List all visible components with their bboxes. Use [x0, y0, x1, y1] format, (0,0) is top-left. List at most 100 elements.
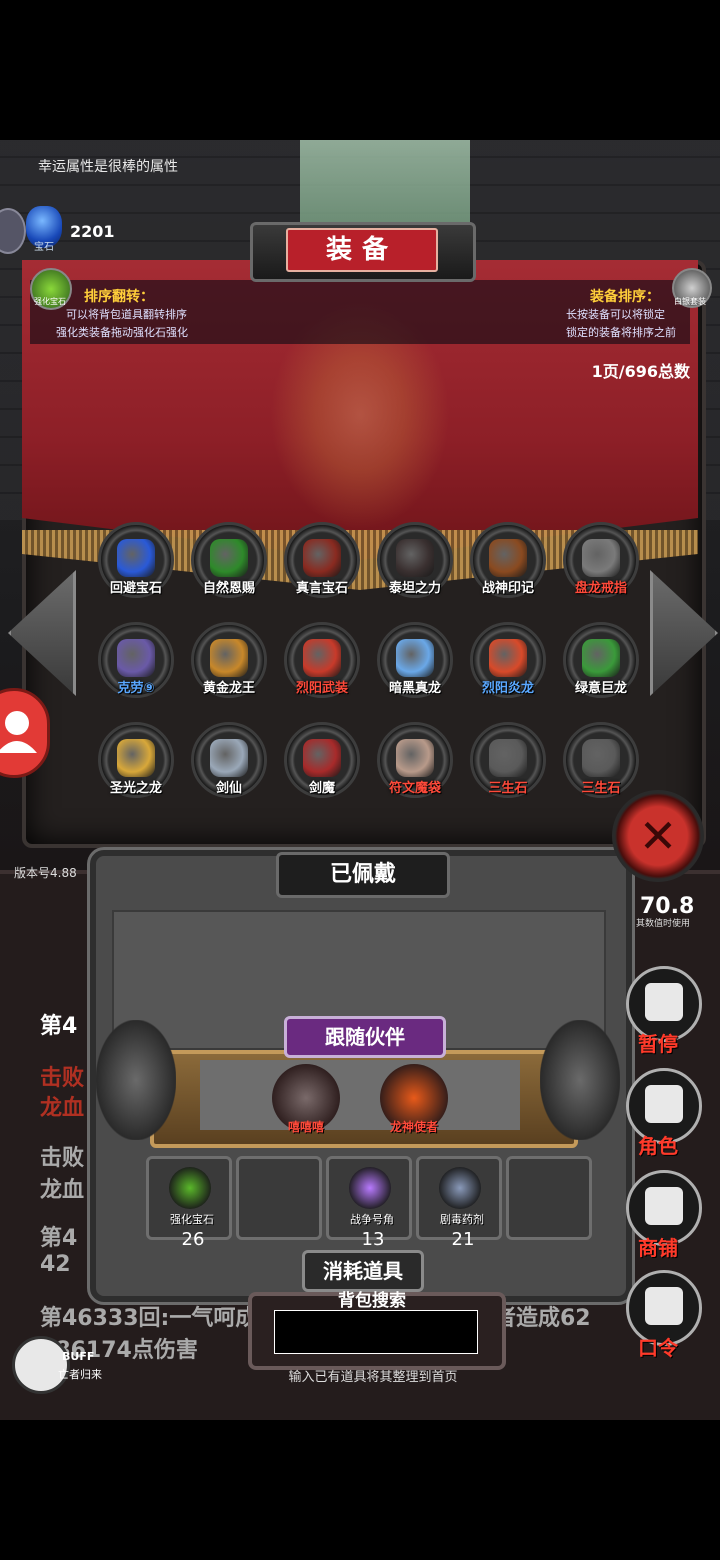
equipment-label: 烈阳武装	[295, 681, 348, 696]
rune-stone-icon	[303, 539, 341, 577]
backpack-search-input[interactable]	[274, 1310, 478, 1354]
equipment-label: 剑仙	[215, 781, 242, 796]
shop-icon	[645, 1187, 683, 1225]
side-menu-label: 商铺	[638, 1236, 678, 1260]
equipment-slot[interactable]: 真言宝石	[284, 522, 360, 598]
log-line: 龙血	[40, 1178, 85, 1203]
avatar-button[interactable]	[0, 688, 50, 778]
green-dragon-icon	[582, 639, 620, 677]
holy-dragon-icon	[117, 739, 155, 777]
side-menu-label: 暂停	[638, 1032, 678, 1056]
side-menu-label: 角色	[638, 1134, 678, 1158]
scroll-icon	[645, 1287, 683, 1325]
equipment-label: 剑魔	[308, 781, 335, 796]
pet-slot[interactable]: 嘻嘻嘻	[272, 1064, 340, 1134]
equipment-label: 回避宝石	[109, 581, 162, 596]
equipment-slot[interactable]: 剑仙	[191, 722, 267, 798]
equipment-slot[interactable]: 符文魔袋	[377, 722, 453, 798]
equipment-slot[interactable]: 圣光之龙	[98, 722, 174, 798]
war-horn-icon	[349, 1167, 391, 1209]
enhance-gem-icon	[169, 1167, 211, 1209]
side-menu-label: 口令	[638, 1336, 678, 1360]
consumable-label: 剧毒药剂	[440, 1213, 484, 1226]
equip-sort-desc: 锁定的装备将排序之前	[566, 326, 676, 339]
equipment-slot[interactable]: 战神印记	[470, 522, 546, 598]
sort-flip-desc: 强化类装备拖动强化石强化	[56, 326, 188, 339]
equipment-slot[interactable]: 泰坦之力	[377, 522, 453, 598]
log-line: 第4	[40, 1014, 78, 1039]
consumable-slot[interactable]	[506, 1156, 592, 1240]
consumable-count: 26	[181, 1229, 205, 1250]
follow-slot-area	[200, 1060, 520, 1130]
chained-stone-icon	[582, 739, 620, 777]
equipment-slot[interactable]: 克劳⑨	[98, 622, 174, 698]
gem-label: 宝石	[34, 242, 54, 253]
golden-dragon-icon	[210, 639, 248, 677]
version-label: 版本号4.88	[14, 866, 77, 880]
equipment-slot[interactable]: 三生石	[470, 722, 546, 798]
corner-label-right: 白银套装	[674, 297, 706, 306]
equipment-slot[interactable]: 暗黑真龙	[377, 622, 453, 698]
consumable-count: 13	[361, 1229, 385, 1250]
equipment-label: 圣光之龙	[109, 781, 162, 796]
dragon-ring-icon	[582, 539, 620, 577]
equip-sort-desc: 长按装备可以将锁定	[566, 308, 665, 321]
consumable-label: 战争号角	[350, 1213, 394, 1226]
consumable-slot[interactable]	[236, 1156, 322, 1240]
sun-armor-icon	[303, 639, 341, 677]
sword-immortal-icon	[210, 739, 248, 777]
pet-label: 嘻嘻嘻	[287, 1120, 324, 1134]
log-line: 龙血	[40, 1096, 85, 1121]
log-line: 42	[40, 1252, 71, 1277]
equipment-label: 绿意巨龙	[574, 681, 627, 696]
consumable-slot[interactable]: 战争号角 13	[326, 1156, 412, 1250]
equipment-slot[interactable]: 剑魔	[284, 722, 360, 798]
equipment-slot[interactable]: 烈阳炎龙	[470, 622, 546, 698]
sort-flip-title[interactable]: 排序翻转：	[84, 286, 154, 306]
dragon-statue-right	[540, 1020, 620, 1140]
equipment-label: 符文魔袋	[388, 781, 441, 796]
equipment-slot[interactable]: 绿意巨龙	[563, 622, 639, 698]
dark-dragon-icon	[396, 639, 434, 677]
person-icon	[0, 711, 37, 753]
panel-title: 装备	[286, 228, 438, 272]
buff-label: BUFF	[62, 1350, 95, 1363]
log-line: 击败	[40, 1146, 85, 1171]
equipment-slot[interactable]: 回避宝石	[98, 522, 174, 598]
sort-flip-desc: 可以将背包道具翻转排序	[66, 308, 187, 321]
poison-potion-icon	[439, 1167, 481, 1209]
consumable-slot[interactable]: 剧毒药剂 21	[416, 1156, 502, 1250]
follow-title: 跟随伙伴	[284, 1016, 446, 1058]
stat-label: 其数值时使用	[636, 919, 691, 929]
equipment-slot[interactable]: 三生石	[563, 722, 639, 798]
equipment-label: 黄金龙王	[202, 681, 255, 696]
green-ore-icon	[210, 539, 248, 577]
equipment-label: 烈阳炎龙	[481, 681, 534, 696]
pet-label: 龙神使者	[389, 1120, 438, 1134]
claw-hero-icon	[117, 639, 155, 677]
search-title: 背包搜索	[338, 1291, 406, 1311]
equipment-slot[interactable]: 自然恩赐	[191, 522, 267, 598]
fire-dragon-icon	[489, 639, 527, 677]
skull-icon[interactable]	[12, 1336, 70, 1394]
equip-sort-title[interactable]: 装备排序：	[590, 286, 660, 306]
worn-title: 已佩戴	[276, 852, 450, 898]
close-icon: ✕	[638, 809, 678, 863]
game-screen: 幸运属性是很棒的属性 宝石 2201 第4 击败 龙血 击败 龙血 第4 42 …	[0, 140, 720, 1420]
equipment-slot[interactable]: 烈阳武装	[284, 622, 360, 698]
buff-sub: 亡者归来	[58, 1368, 102, 1381]
pet-slot[interactable]: 龙神使者	[380, 1064, 448, 1134]
consumable-label: 强化宝石	[170, 1213, 214, 1226]
rune-bag-icon	[396, 739, 434, 777]
equipment-slot[interactable]: 黄金龙王	[191, 622, 267, 698]
equipment-label: 自然恩赐	[202, 581, 255, 596]
log-line: 第4	[40, 1226, 78, 1251]
consumable-count: 21	[451, 1229, 475, 1250]
dragon-statue-left	[96, 1020, 176, 1140]
log-line: 击败	[40, 1066, 85, 1091]
blue-orb-icon	[117, 539, 155, 577]
equipment-label: 克劳⑨	[117, 681, 155, 696]
page-count: 1页/696总数	[591, 362, 690, 381]
consumable-slot[interactable]: 强化宝石 26	[146, 1156, 232, 1250]
equipment-slot[interactable]: 盘龙戒指	[563, 522, 639, 598]
